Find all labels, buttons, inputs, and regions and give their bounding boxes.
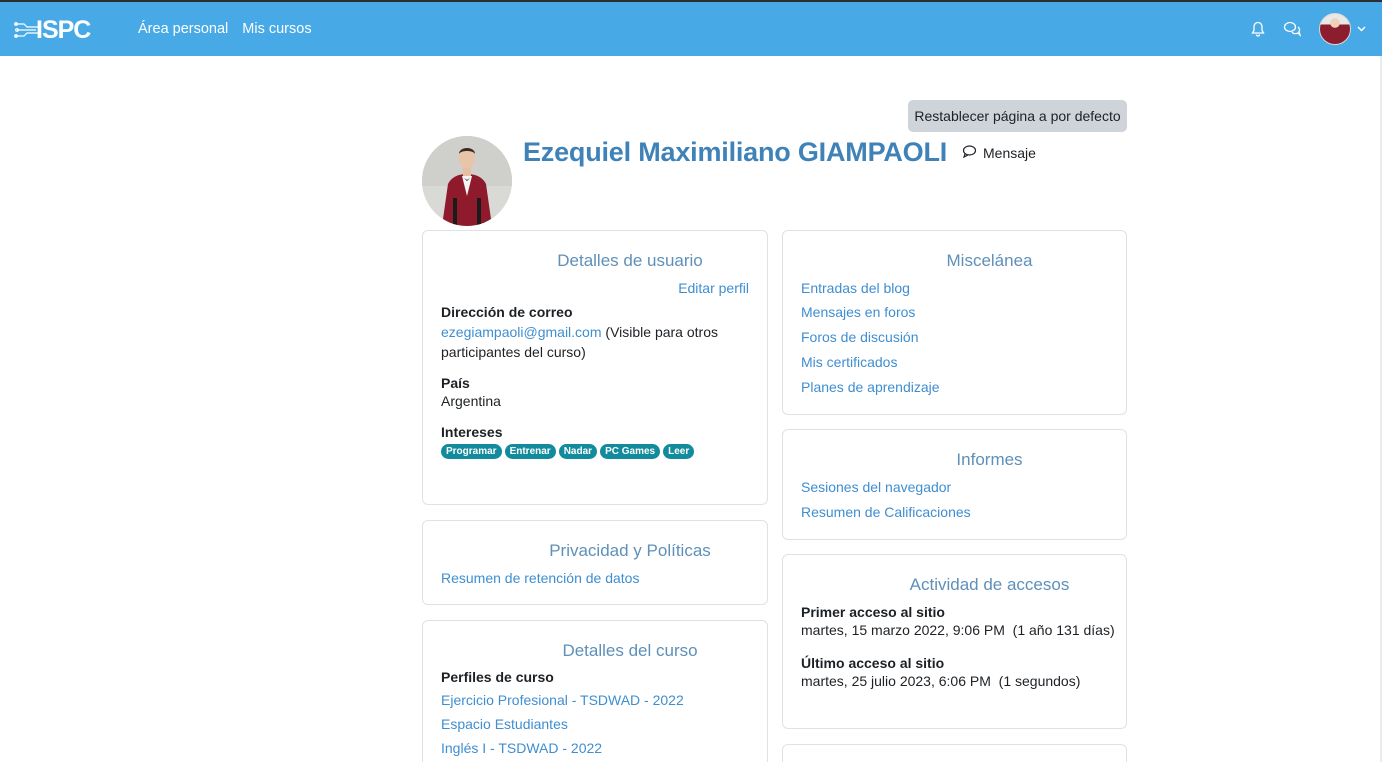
certificates-link[interactable]: Mis certificados	[801, 354, 940, 370]
interests-list: Programar Entrenar Nadar PC Games Leer	[441, 444, 761, 459]
email-link[interactable]: ezegiampaoli@gmail.com	[441, 324, 602, 340]
course-link[interactable]: Ejercicio Profesional - TSDWAD - 2022	[441, 692, 684, 708]
blog-entries-link[interactable]: Entradas del blog	[801, 280, 940, 296]
interest-badge[interactable]: Entrenar	[504, 444, 556, 459]
forum-posts-link[interactable]: Mensajes en foros	[801, 304, 940, 320]
grades-overview-link[interactable]: Resumen de Calificaciones	[801, 504, 971, 520]
card-title: Actividad de accesos	[909, 575, 1070, 594]
profile-picture	[422, 136, 512, 226]
profile-name: Ezequiel Maximiliano GIAMPAOLI	[523, 137, 948, 167]
message-label: Mensaje	[983, 145, 1036, 161]
card-title: Informes	[956, 450, 1023, 469]
learning-plans-link[interactable]: Planes de aprendizaje	[801, 379, 940, 395]
email-label: Dirección de correo	[441, 304, 573, 320]
course-link[interactable]: Espacio Estudiantes	[441, 716, 684, 732]
reports-card: Informes Sesiones del navegador Resumen …	[782, 429, 1127, 540]
top-icons	[1247, 13, 1366, 45]
chat-icon[interactable]	[1281, 18, 1303, 40]
user-avatar[interactable]	[1319, 13, 1351, 45]
last-access-value: martes, 25 julio 2023, 6:06 PM (1 segund…	[801, 673, 1081, 689]
nav-mis-cursos[interactable]: Mis cursos	[242, 21, 311, 37]
card-title: Miscelánea	[946, 251, 1033, 270]
card-title: Detalles del curso	[562, 641, 698, 660]
site-logo[interactable]: ISPC	[14, 15, 94, 45]
message-link[interactable]: Mensaje	[962, 145, 1036, 161]
email-visibility-note-2: participantes del curso)	[441, 344, 586, 360]
interest-badge[interactable]: Programar	[441, 444, 502, 459]
first-access-value: martes, 15 marzo 2022, 9:06 PM (1 año 13…	[801, 622, 1115, 638]
edit-profile-link[interactable]: Editar perfil	[678, 280, 749, 296]
next-card	[782, 744, 1127, 762]
nav-area-personal[interactable]: Área personal	[138, 21, 228, 37]
reset-page-button[interactable]: Restablecer página a por defecto	[908, 100, 1127, 132]
interests-label: Intereses	[441, 424, 503, 440]
privacy-card: Privacidad y Políticas Resumen de retenc…	[422, 520, 768, 605]
interest-badge[interactable]: PC Games	[600, 444, 661, 459]
browser-sessions-link[interactable]: Sesiones del navegador	[801, 479, 971, 495]
first-access-label: Primer acceso al sitio	[801, 604, 945, 620]
last-access-label: Último acceso al sitio	[801, 655, 945, 671]
course-profiles-label: Perfiles de curso	[441, 669, 554, 685]
top-navbar: ISPC Área personal Mis cursos	[0, 0, 1382, 56]
bell-icon[interactable]	[1247, 18, 1269, 40]
interest-badge[interactable]: Leer	[663, 444, 695, 459]
card-title: Detalles de usuario	[557, 251, 703, 270]
interest-badge[interactable]: Nadar	[558, 444, 598, 459]
forum-discussions-link[interactable]: Foros de discusión	[801, 329, 940, 345]
country-value: Argentina	[441, 393, 501, 409]
user-details-card: Detalles de usuario Editar perfil Direcc…	[422, 230, 768, 505]
course-link[interactable]: Inglés I - TSDWAD - 2022	[441, 740, 684, 756]
logo-circuit-icon	[14, 22, 38, 38]
chevron-down-icon[interactable]	[1357, 24, 1366, 35]
card-title: Privacidad y Políticas	[549, 541, 711, 560]
chat-bubble-icon	[962, 145, 977, 161]
course-details-card: Detalles del curso Perfiles de curso Eje…	[422, 620, 768, 762]
data-retention-link[interactable]: Resumen de retención de datos	[441, 570, 639, 586]
logo-text: ISPC	[36, 15, 91, 44]
country-label: País	[441, 375, 470, 391]
misc-card: Miscelánea Entradas del blog Mensajes en…	[782, 230, 1127, 415]
email-visibility-note: (Visible para otros	[605, 324, 718, 340]
access-activity-card: Actividad de accesos Primer acceso al si…	[782, 554, 1127, 729]
main-nav: Área personal Mis cursos	[138, 21, 312, 37]
